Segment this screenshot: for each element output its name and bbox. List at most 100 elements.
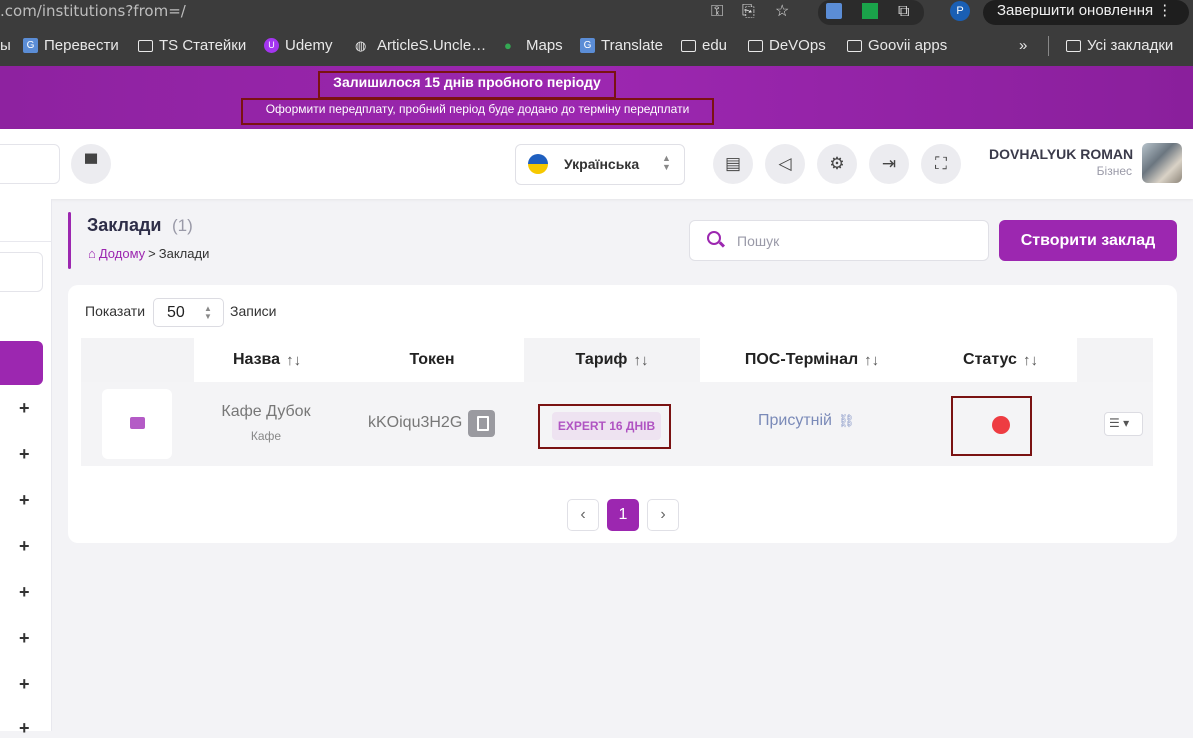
bookmark-item[interactable]: ◍ ArticleS.Uncle… (355, 37, 486, 54)
column-header-pos[interactable]: ПОС-Термінал ↑↓ (700, 338, 924, 382)
address-bar[interactable]: .com/institutions?from=/ (0, 2, 186, 20)
expand-plus-icon[interactable]: + (19, 583, 30, 601)
expand-plus-icon[interactable]: + (19, 537, 30, 555)
bookmark-label: ы (0, 37, 11, 54)
tariff-highlight: EXPERT 16 ДНІВ (538, 404, 671, 449)
overflow-label: » (1019, 37, 1028, 54)
google-translate-ext-icon[interactable] (826, 3, 842, 19)
column-header-tariff[interactable]: Тариф ↑↓ (524, 338, 700, 382)
user-role: Бізнес (1096, 164, 1132, 178)
bookmark-label: TS Статейки (159, 37, 247, 54)
page-count: (1) (172, 216, 193, 235)
status-dot (992, 416, 1010, 434)
page-title: Заклади (87, 215, 162, 235)
bookmark-item[interactable]: edu (681, 37, 727, 54)
expand-plus-icon[interactable]: + (19, 719, 30, 737)
sort-icon: ↑↓ (1022, 351, 1038, 369)
table-header: Назва ↑↓ Токен Тариф ↑↓ ПОС-Термінал ↑↓ Ста… (81, 338, 1153, 382)
sort-icon: ↑↓ (633, 351, 649, 369)
bookmarks-bar: ы G Перевести TS Статейки U Udemy ◍ Article… (0, 26, 1193, 66)
pagination-next[interactable]: › (647, 499, 679, 531)
settings-button[interactable]: ⚙ (817, 144, 857, 184)
extension-green-icon[interactable] (862, 3, 878, 19)
trial-subtitle-text: Оформити передплату, пробний період буде… (265, 102, 690, 116)
messages-button[interactable]: ▤ (713, 144, 753, 184)
bookmarks-overflow-button[interactable]: » (1019, 37, 1027, 54)
translate-icon[interactable]: ⎘ (742, 3, 755, 21)
bookmark-item[interactable]: Goovii apps (847, 37, 947, 54)
google-translate-icon: G (580, 38, 595, 53)
globe-icon: ◍ (355, 37, 367, 53)
fullscreen-button[interactable]: ⛶ (921, 144, 961, 184)
bookmark-item[interactable]: G Translate (580, 37, 663, 54)
bookmark-item[interactable]: DeVOps (748, 37, 826, 54)
show-label: Показати (85, 303, 146, 319)
bookmark-label: Усі закладки (1087, 37, 1174, 54)
bookmark-item[interactable]: TS Статейки (138, 37, 246, 54)
bookmark-label: ArticleS.Uncle… (377, 37, 487, 54)
bookmark-item[interactable]: U Udemy (264, 37, 333, 54)
expand-plus-icon[interactable]: + (19, 399, 30, 417)
user-avatar[interactable] (1142, 143, 1182, 183)
trial-subtitle-link[interactable]: Оформити передплату, пробний період буде… (241, 98, 714, 125)
bookmark-label: Перевести (44, 37, 119, 54)
header-label: Статус (963, 351, 1017, 368)
language-select[interactable]: Українська ▲ ▼ (515, 144, 685, 185)
key-icon[interactable]: ⚿ (711, 3, 723, 21)
bookmark-item[interactable]: G Перевести (23, 37, 119, 54)
expand-plus-icon[interactable]: + (19, 491, 30, 509)
institution-token: kKOiqu3H2G (368, 414, 463, 431)
bookmark-item[interactable]: ● Maps (504, 37, 563, 54)
copy-icon[interactable] (468, 410, 495, 437)
folder-icon (681, 39, 696, 52)
table-row[interactable]: Кафе Дубок Кафе kKOiqu3H2G EXPERT 16 ДНІ… (81, 382, 1153, 466)
breadcrumb-home-link[interactable]: Додому (99, 246, 145, 261)
sidebar-search-input[interactable] (0, 252, 43, 292)
bookmark-fragment[interactable]: ы (0, 37, 11, 54)
header-label: Тариф (575, 351, 628, 368)
status-highlight (951, 396, 1032, 456)
row-actions-dropdown[interactable]: ☰ ▾ (1104, 412, 1143, 436)
expand-plus-icon[interactable]: + (19, 629, 30, 647)
sidebar-divider (0, 241, 52, 242)
bookmark-label: DeVOps (769, 37, 826, 54)
star-icon[interactable]: ☆ (775, 3, 789, 21)
udemy-icon: U (264, 38, 279, 53)
pos-status-link[interactable]: Присутній ⛓ (758, 412, 855, 430)
chevron-updown-icon: ▲ ▼ (204, 304, 212, 321)
gear-icon: ⚙ (829, 154, 845, 173)
records-label: Записи (230, 303, 277, 319)
user-name[interactable]: DOVHALYUK ROMAN (989, 146, 1133, 162)
bookmark-label: edu (702, 37, 728, 54)
header-label: ПОС-Термінал (744, 351, 859, 368)
search-field[interactable]: Пошук (689, 220, 989, 261)
all-bookmarks-button[interactable]: Усі закладки (1066, 37, 1173, 54)
institution-name: Кафе Дубок (221, 403, 311, 420)
column-header-status[interactable]: Статус ↑↓ (924, 338, 1077, 382)
message-icon: ▤ (724, 154, 742, 173)
institution-type: Кафе (250, 429, 282, 443)
pos-terminal-icon-button[interactable]: ▀ (71, 144, 111, 184)
folder-icon (1066, 39, 1081, 52)
tariff-badge: EXPERT 16 ДНІВ (552, 412, 661, 440)
create-institution-button[interactable]: Створити заклад (999, 220, 1177, 261)
update-button[interactable]: Завершити оновлення ⋮ (983, 0, 1189, 25)
expand-plus-icon[interactable]: + (19, 675, 30, 693)
breadcrumb-current: Заклади (158, 246, 210, 261)
puzzle-icon[interactable]: ⧉ (898, 3, 909, 21)
trial-title: Залишилося 15 днів пробного періоду (318, 71, 616, 99)
column-header-name[interactable]: Назва ↑↓ (194, 338, 340, 382)
pagination-prev[interactable]: ‹ (567, 499, 599, 531)
page-size-select[interactable]: 50 ▲ ▼ (153, 298, 224, 327)
sidebar-item-active[interactable] (0, 341, 43, 385)
logout-icon: ⇥ (881, 154, 897, 173)
trial-banner: Залишилося 15 днів пробного періоду Офор… (0, 66, 1193, 129)
announcements-button[interactable]: ◁ (765, 144, 805, 184)
expand-plus-icon[interactable]: + (19, 445, 30, 463)
logout-button[interactable]: ⇥ (869, 144, 909, 184)
profile-avatar[interactable]: P (950, 1, 970, 21)
pagination-page-1[interactable]: 1 (607, 499, 639, 531)
header-search-input[interactable] (0, 144, 60, 184)
app-header: ▀ Українська ▲ ▼ ▤ ◁ ⚙ ⇥ ⛶ DOVHALYUK ROMA… (0, 129, 1193, 199)
sort-icon: ↑↓ (286, 351, 302, 369)
